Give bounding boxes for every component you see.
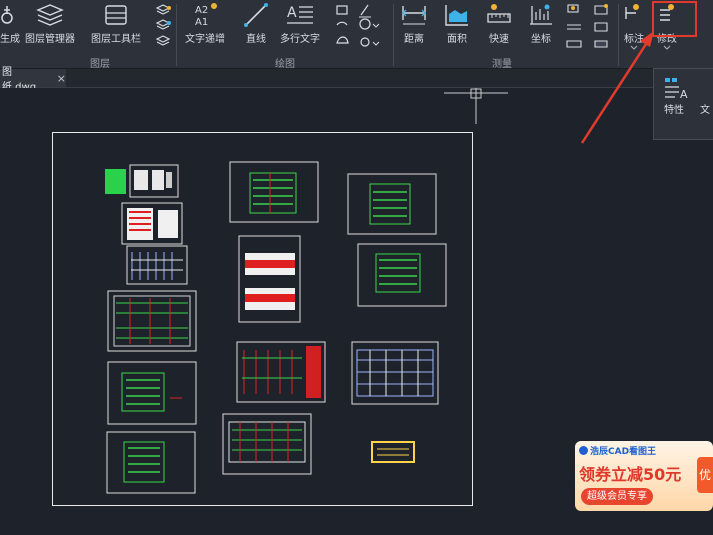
draw-shapes-grid-icon[interactable] — [335, 3, 383, 51]
generate-label: 生成 — [0, 34, 20, 45]
group-label-layer: 图层 — [90, 59, 110, 70]
promo-brand-text: 浩辰CAD看图王 — [590, 447, 657, 457]
group-label-measure: 测量 — [492, 59, 512, 70]
text-replace-label: 文字递增 — [185, 34, 225, 45]
quick-measure-button[interactable]: 快速 — [485, 2, 513, 45]
text-label: 文 — [700, 105, 710, 116]
layer-toolbar-button[interactable]: 图层工具栏 — [91, 2, 141, 45]
coordinate-button[interactable]: 坐标 — [527, 2, 555, 45]
area-label: 面积 — [447, 34, 467, 45]
line-icon — [244, 3, 268, 27]
brand-logo-icon — [579, 446, 588, 455]
generate-button[interactable]: 生成 — [0, 2, 20, 45]
quick-measure-icon — [487, 4, 511, 23]
layers-icon — [36, 4, 64, 26]
separator — [176, 4, 177, 66]
crosshair-cursor — [444, 88, 508, 124]
promo-sub-button[interactable]: 超级会员专享 — [581, 488, 653, 505]
layer-toolbar-icon — [105, 5, 127, 25]
svg-text:A1: A1 — [195, 17, 208, 28]
area-button[interactable]: 面积 — [443, 2, 471, 45]
coordinate-icon — [530, 4, 552, 25]
line-label: 直线 — [246, 34, 266, 45]
generate-icon — [1, 6, 13, 24]
layer-toolbar-label: 图层工具栏 — [91, 34, 141, 45]
group-label-draw: 绘图 — [275, 59, 295, 70]
promo-side-tab[interactable]: 优 — [697, 457, 713, 493]
coordinate-label: 坐标 — [531, 34, 551, 45]
paper-boundary — [52, 132, 473, 506]
promo-brand: 浩辰CAD看图王 — [579, 444, 656, 457]
promo-headline: 领券立减50元 — [579, 465, 682, 484]
mtext-label: 多行文字 — [280, 34, 320, 45]
distance-label: 距离 — [404, 34, 424, 45]
svg-text:A2: A2 — [195, 5, 208, 16]
svg-text:A: A — [287, 5, 297, 21]
mtext-button[interactable]: A 多行文字 — [280, 2, 320, 45]
tab-close-icon[interactable]: × — [57, 72, 66, 85]
document-tab[interactable]: 图纸.dwg × — [0, 67, 66, 93]
annotation-arrow — [580, 31, 654, 144]
layer-tools-stack-icon[interactable] — [155, 3, 171, 49]
layer-manager-label: 图层管理器 — [25, 34, 75, 45]
promo-banner[interactable]: 浩辰CAD看图王 领券立减50元 超级会员专享 优 — [575, 441, 713, 511]
layer-manager-button[interactable]: 图层管理器 — [25, 2, 75, 45]
area-icon — [445, 5, 468, 26]
distance-button[interactable]: 距离 — [400, 2, 428, 45]
separator — [393, 4, 394, 66]
text-replace-icon: A2A1 — [195, 3, 217, 28]
text-replace-button[interactable]: A2 A1 文字递增 — [185, 2, 225, 45]
mtext-icon: A — [287, 5, 313, 24]
line-button[interactable]: 直线 — [243, 2, 269, 45]
svg-text:A: A — [680, 88, 688, 99]
distance-icon — [402, 6, 426, 25]
quick-measure-label: 快速 — [489, 34, 509, 45]
